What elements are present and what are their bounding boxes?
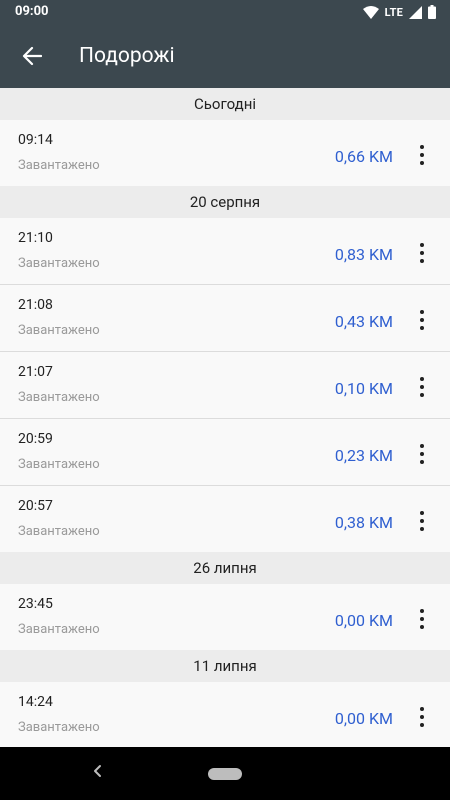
wifi-icon xyxy=(362,5,379,19)
trip-row[interactable]: 20:57 Завантажено 0,38 KM xyxy=(0,486,450,552)
trip-row[interactable]: 23:45 Завантажено 0,00 KM xyxy=(0,584,450,650)
trip-row[interactable]: 09:14 Завантажено 0,66 KM xyxy=(0,120,450,186)
trip-time: 21:10 xyxy=(18,230,53,246)
trip-status: Завантажено xyxy=(18,323,100,338)
status-icons: LTE xyxy=(362,4,436,20)
trip-time: 09:14 xyxy=(18,132,53,148)
trip-status: Завантажено xyxy=(18,622,100,637)
battery-icon xyxy=(428,5,436,19)
page-title: Подорожі xyxy=(79,44,175,68)
trip-time: 20:59 xyxy=(18,431,53,447)
trip-status: Завантажено xyxy=(18,457,100,472)
app-bar: Подорожі xyxy=(0,24,450,88)
trip-row[interactable]: 14:24 Завантажено 0,00 KM xyxy=(0,682,450,747)
trip-time: 23:45 xyxy=(18,596,53,612)
trip-distance: 0,83 KM xyxy=(334,245,393,264)
section-header: Сьогодні xyxy=(0,88,450,120)
trip-status: Завантажено xyxy=(18,158,100,173)
trip-status: Завантажено xyxy=(18,256,100,271)
more-vert-icon[interactable] xyxy=(416,243,428,263)
trip-row[interactable]: 20:59 Завантажено 0,23 KM xyxy=(0,419,450,486)
more-vert-icon[interactable] xyxy=(416,707,428,727)
status-bar: 09:00 LTE xyxy=(0,0,450,24)
back-button[interactable] xyxy=(12,36,52,76)
trip-status: Завантажено xyxy=(18,524,100,539)
trip-status: Завантажено xyxy=(18,390,100,405)
trip-list[interactable]: Сьогодні 09:14 Завантажено 0,66 KM 20 се… xyxy=(0,88,450,747)
trip-time: 21:07 xyxy=(18,364,53,380)
status-time: 09:00 xyxy=(15,4,49,19)
trip-distance: 0,38 KM xyxy=(334,513,393,532)
trip-distance: 0,43 KM xyxy=(334,312,393,331)
trip-time: 20:57 xyxy=(18,498,53,514)
trip-distance: 0,10 KM xyxy=(334,379,393,398)
trip-distance: 0,00 KM xyxy=(334,611,393,630)
trip-status: Завантажено xyxy=(18,720,100,735)
signal-icon xyxy=(409,5,422,19)
nav-home-button[interactable] xyxy=(208,768,242,780)
trip-time: 14:24 xyxy=(18,694,53,710)
nav-back-icon[interactable] xyxy=(90,763,106,779)
trip-time: 21:08 xyxy=(18,297,53,313)
more-vert-icon[interactable] xyxy=(416,511,428,531)
section-header: 26 липня xyxy=(0,552,450,584)
arrow-left-icon xyxy=(22,46,42,66)
network-type: LTE xyxy=(384,5,403,19)
trip-row[interactable]: 21:10 Завантажено 0,83 KM xyxy=(0,218,450,285)
trip-distance: 0,00 KM xyxy=(334,709,393,728)
more-vert-icon[interactable] xyxy=(416,310,428,330)
section-header: 11 липня xyxy=(0,650,450,682)
trip-distance: 0,66 KM xyxy=(334,147,393,166)
more-vert-icon[interactable] xyxy=(416,444,428,464)
trip-distance: 0,23 KM xyxy=(334,446,393,465)
more-vert-icon[interactable] xyxy=(416,377,428,397)
trip-row[interactable]: 21:07 Завантажено 0,10 KM xyxy=(0,352,450,419)
trip-row[interactable]: 21:08 Завантажено 0,43 KM xyxy=(0,285,450,352)
more-vert-icon[interactable] xyxy=(416,609,428,629)
section-header: 20 серпня xyxy=(0,186,450,218)
navigation-bar xyxy=(0,747,450,800)
more-vert-icon[interactable] xyxy=(416,145,428,165)
